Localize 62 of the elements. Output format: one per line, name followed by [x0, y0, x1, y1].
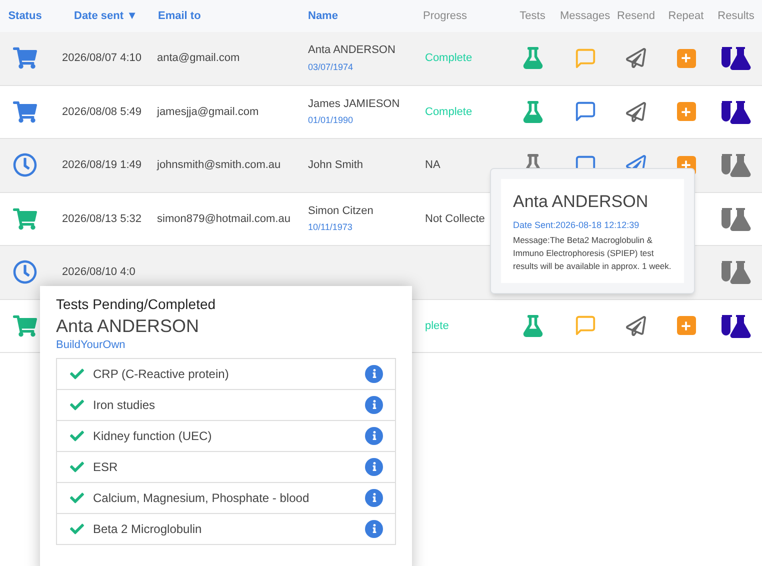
- progress-status: Not Collecte: [425, 212, 485, 224]
- column-header[interactable]: Name: [308, 10, 338, 22]
- column-header: Tests: [520, 8, 546, 24]
- column-header: Results: [718, 8, 754, 24]
- birth-date: 01/01/1990: [308, 114, 354, 128]
- date-sent: 2026/08/07 4:10: [62, 52, 142, 64]
- tube-and-flask-icon[interactable]: [721, 46, 751, 70]
- progress-status: NA: [425, 159, 440, 171]
- date-sent: 2026/08/10 4:0: [62, 266, 136, 278]
- test-name: Beta 2 Microglobulin: [93, 520, 203, 538]
- email: simon879@hotmail.com.au: [157, 212, 290, 224]
- test-name: Iron studies: [93, 396, 156, 414]
- patient-name: Simon Citzen: [308, 204, 374, 219]
- column-header: Resend: [617, 8, 655, 24]
- paper-plane-icon[interactable]: [626, 48, 646, 68]
- package-link[interactable]: BuildYourOwn: [56, 337, 126, 354]
- birth-date: 03/07/1974: [308, 60, 354, 74]
- test-name: CRP (C-Reactive protein): [93, 366, 230, 382]
- info-icon[interactable]: [365, 458, 383, 476]
- flask-icon[interactable]: [522, 100, 544, 123]
- test-name: Kidney function (UEC): [93, 428, 213, 444]
- info-icon[interactable]: [365, 488, 383, 506]
- popover-message: Message:The Beta2 Macroglobulin & Immuno Electrophoresis (SPIEP) test results will be available in approx. 1 week.: [513, 234, 672, 273]
- flask-icon[interactable]: [522, 314, 544, 337]
- progress-status: plete: [425, 320, 449, 332]
- column-header[interactable]: Status: [8, 8, 42, 24]
- popover-name: Anta ANDERSON: [513, 191, 650, 213]
- flask-icon[interactable]: [522, 47, 544, 70]
- message-icon[interactable]: [574, 100, 596, 124]
- column-header[interactable]: Date sent ▼: [74, 10, 138, 22]
- plus-icon[interactable]: [676, 316, 696, 336]
- patient-name: John Smith: [308, 158, 364, 173]
- birth-date: 10/11/1973: [308, 221, 354, 234]
- email: jamesjja@gmail.com: [157, 106, 259, 118]
- column-header: Progress: [423, 10, 468, 22]
- tube-and-flask-icon[interactable]: [721, 314, 751, 338]
- progress-status: Complete: [425, 52, 472, 64]
- popover-date: Date Sent:2026-08-18 12:12:39: [513, 218, 640, 232]
- info-icon[interactable]: [365, 426, 383, 444]
- card-title: Tests Pending/Completed: [56, 295, 217, 314]
- email: johnsmith@smith.com.au: [157, 159, 281, 171]
- plus-icon[interactable]: [676, 102, 696, 122]
- email: anta@gmail.com: [157, 52, 240, 64]
- progress-status: Complete: [425, 106, 472, 118]
- column-header: Repeat: [668, 8, 704, 24]
- column-header[interactable]: Email to: [158, 10, 201, 22]
- card-patient-name: Anta ANDERSON: [56, 315, 200, 337]
- plus-icon[interactable]: [676, 48, 696, 68]
- info-icon[interactable]: [365, 396, 383, 414]
- date-sent: 2026/08/08 5:49: [62, 106, 142, 118]
- tube-and-flask-icon[interactable]: [721, 100, 751, 124]
- column-header: Messages: [560, 8, 610, 24]
- paper-plane-icon[interactable]: [626, 102, 646, 122]
- paper-plane-icon[interactable]: [626, 316, 646, 336]
- info-icon[interactable]: [365, 364, 383, 382]
- date-sent: 2026/08/13 5:32: [62, 212, 142, 224]
- test-name: ESR: [93, 458, 119, 476]
- date-sent: 2026/08/19 1:49: [62, 159, 142, 171]
- info-icon[interactable]: [365, 520, 383, 538]
- patient-name: James JAMIESON: [308, 96, 401, 112]
- patient-name: Anta ANDERSON: [308, 43, 396, 58]
- test-name: Calcium, Magnesium, Phosphate - blood: [93, 490, 310, 506]
